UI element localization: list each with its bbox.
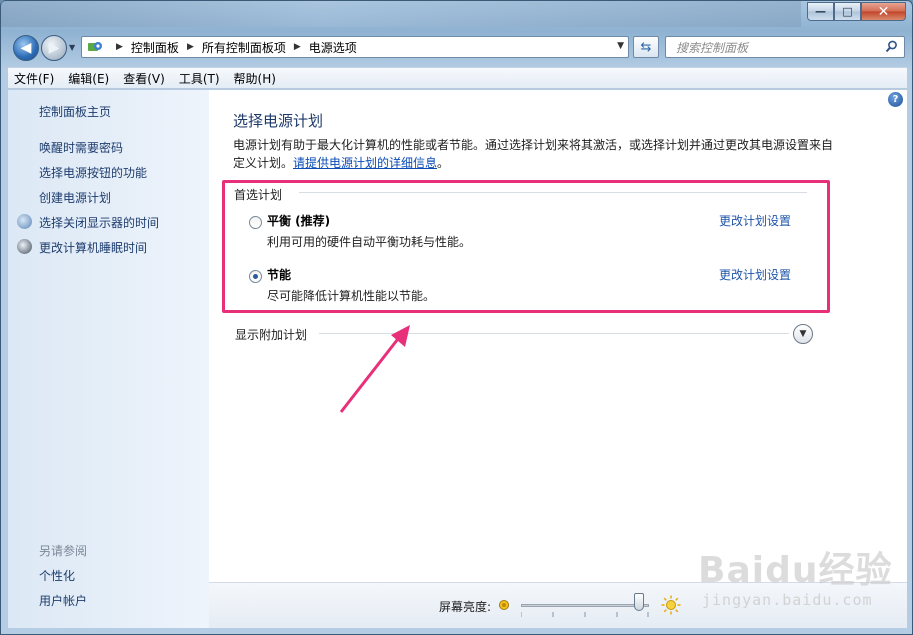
watermark-url-text: jingyan.baidu.com	[702, 591, 873, 609]
search-placeholder: 搜索控制面板	[676, 40, 749, 55]
minimize-button[interactable]: —	[807, 2, 834, 21]
recent-pages-dropdown[interactable]: ▼	[69, 43, 75, 52]
sidebar-link-user-accounts[interactable]: 用户帐户	[39, 592, 87, 609]
caption-buttons: — □ ✕	[807, 2, 906, 21]
sidebar-link-personalization[interactable]: 个性化	[39, 567, 75, 584]
chevron-right-icon[interactable]: ▶	[187, 42, 194, 52]
sidebar-link-sleep-time[interactable]: 更改计算机睡眠时间	[39, 239, 147, 256]
watermark-logo-text: Baidu经验	[698, 550, 893, 591]
help-button[interactable]: ?	[888, 92, 903, 107]
sidebar-link-wake-password[interactable]: 唤醒时需要密码	[39, 139, 123, 156]
sidebar-link-power-buttons[interactable]: 选择电源按钮的功能	[39, 164, 147, 181]
window-frame: — □ ✕ ◀ ▶ ▼ ▶ 控制面板 ▶ 所有控制面板项 ▶ 电源选项 ▼ ⇆ …	[0, 0, 913, 635]
arrow-left-icon: ◀	[20, 40, 32, 56]
page-title: 选择电源计划	[233, 112, 324, 130]
menu-edit[interactable]: 编辑(E)	[68, 70, 109, 87]
back-button[interactable]: ◀	[13, 35, 39, 61]
close-button[interactable]: ✕	[861, 2, 906, 21]
navigation-bar: ◀ ▶ ▼ ▶ 控制面板 ▶ 所有控制面板项 ▶ 电源选项 ▼ ⇆ 搜索控制面板	[11, 33, 906, 61]
chevron-down-icon: ▼	[799, 329, 807, 339]
breadcrumb-item[interactable]: 所有控制面板项	[202, 39, 286, 56]
sidebar-link-home[interactable]: 控制面板主页	[39, 103, 111, 120]
address-bar[interactable]: ▶ 控制面板 ▶ 所有控制面板项 ▶ 电源选项 ▼	[81, 36, 629, 58]
brightness-slider-track[interactable]	[521, 604, 649, 607]
arrow-right-icon: ▶	[48, 40, 60, 56]
expand-chevron-button[interactable]: ▼	[793, 324, 813, 344]
maximize-button[interactable]: □	[834, 2, 861, 21]
monitor-icon	[17, 214, 32, 229]
annotation-arrow-icon	[339, 325, 410, 413]
breadcrumb-item[interactable]: 电源选项	[309, 39, 357, 56]
page-description: 电源计划有助于最大化计算机的性能或者节能。通过选择计划来将其激活，或选择计划并通…	[233, 136, 833, 172]
baidu-watermark: Baidu经验 jingyan.baidu.com	[698, 541, 898, 621]
menu-bar: 文件(F) 编辑(E) 查看(V) 工具(T) 帮助(H)	[8, 67, 907, 89]
brightness-label: 屏幕亮度:	[439, 600, 492, 614]
description-end: 。	[437, 156, 450, 170]
moon-icon	[17, 239, 32, 254]
brightness-slider-thumb[interactable]	[633, 593, 644, 611]
sidebar: 控制面板主页 唤醒时需要密码 选择电源按钮的功能 创建电源计划 选择关闭显示器的…	[8, 90, 209, 628]
brightness-low-icon	[499, 600, 509, 610]
breadcrumb-item[interactable]: 控制面板	[131, 39, 179, 56]
chevron-right-icon[interactable]: ▶	[294, 42, 301, 52]
sidebar-link-display-off[interactable]: 选择关闭显示器的时间	[39, 214, 159, 231]
menu-tools[interactable]: 工具(T)	[179, 70, 220, 87]
show-additional-plans-label[interactable]: 显示附加计划	[235, 326, 307, 343]
menu-file[interactable]: 文件(F)	[14, 70, 54, 87]
refresh-icon: ⇆	[640, 39, 652, 55]
brightness-high-icon	[661, 595, 681, 615]
sidebar-link-create-plan[interactable]: 创建电源计划	[39, 189, 111, 206]
control-panel-icon	[86, 39, 104, 55]
plan-details-link[interactable]: 请提供电源计划的详细信息	[293, 156, 437, 170]
refresh-button[interactable]: ⇆	[633, 36, 659, 58]
forward-button[interactable]: ▶	[41, 35, 67, 61]
title-bar[interactable]	[1, 1, 801, 27]
brightness-slider-ticks	[521, 612, 649, 617]
highlight-annotation-box	[222, 180, 830, 313]
chevron-right-icon[interactable]: ▶	[116, 42, 123, 52]
search-input[interactable]: 搜索控制面板	[665, 36, 905, 58]
address-dropdown-icon[interactable]: ▼	[617, 41, 624, 51]
search-icon[interactable]	[885, 40, 898, 57]
menu-view[interactable]: 查看(V)	[123, 70, 165, 87]
menu-help[interactable]: 帮助(H)	[234, 70, 276, 87]
see-also-heading: 另请参阅	[39, 544, 88, 558]
